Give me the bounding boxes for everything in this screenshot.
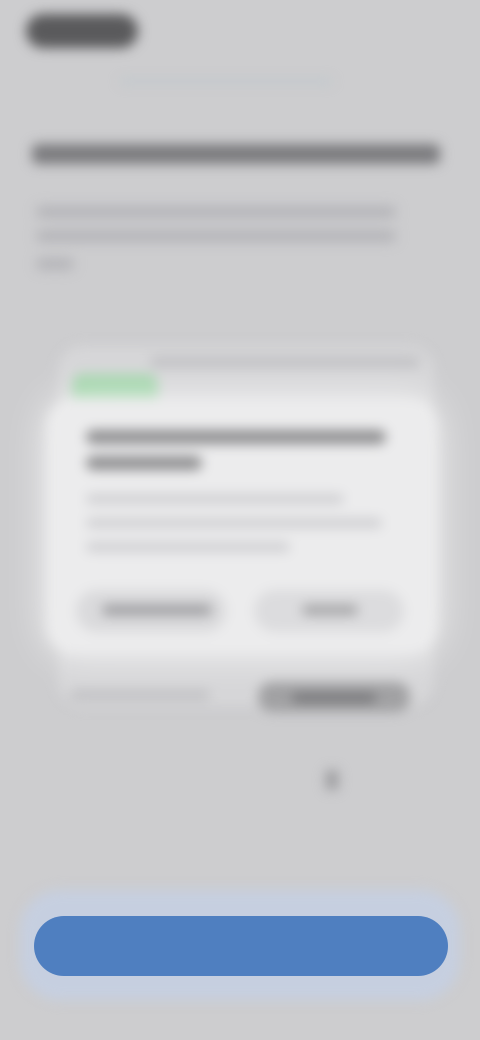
- description-line-2: [36, 230, 396, 242]
- dialog-allow-label: [302, 605, 358, 615]
- continue-button[interactable]: [34, 916, 448, 976]
- back-button[interactable]: [26, 14, 138, 48]
- illustration-strip: [150, 356, 420, 368]
- page-title: [32, 144, 440, 164]
- dialog-body-line-1: [86, 494, 344, 504]
- dialog-title-line-2: [86, 456, 202, 470]
- dialog-deny-label: [102, 605, 212, 615]
- highlighted-option-label: [292, 694, 376, 702]
- description-line-1: [36, 206, 396, 218]
- dialog-body-line-3: [86, 542, 290, 552]
- progress-bar: [120, 80, 332, 83]
- secondary-option-label: [70, 690, 210, 700]
- pointer-icon: [326, 770, 338, 790]
- onboarding-screen: [0, 0, 480, 1040]
- dialog-body-line-2: [86, 518, 382, 528]
- description-line-3: [36, 258, 74, 270]
- dialog-title-line-1: [86, 430, 386, 444]
